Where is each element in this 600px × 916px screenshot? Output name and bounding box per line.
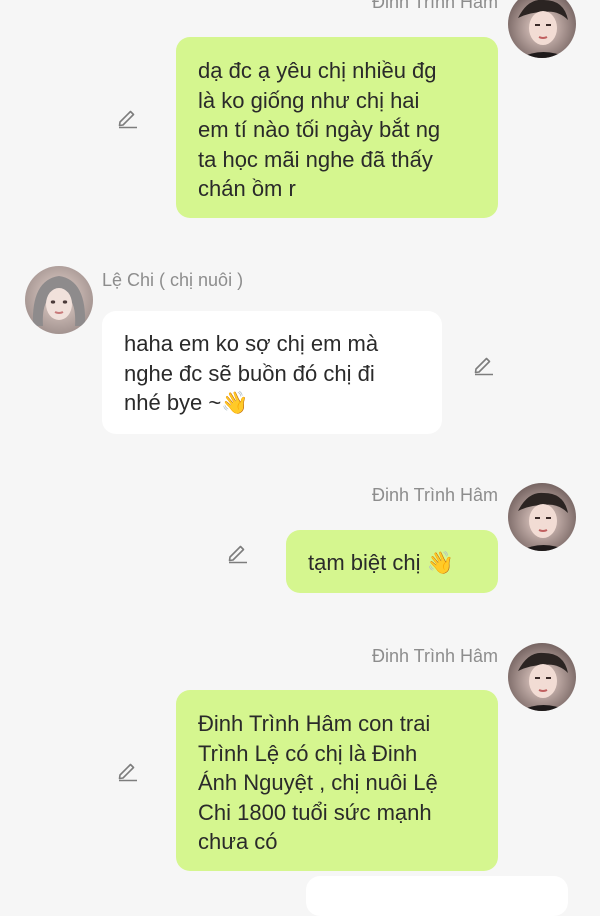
avatar[interactable] — [508, 0, 576, 58]
message-line: ta học mãi nghe đã thấy — [198, 146, 433, 172]
avatar[interactable] — [508, 483, 576, 551]
message-line: em tí nào tối ngày bắt ng — [198, 117, 441, 142]
message-line: Chi 1800 tuổi sức mạnh — [198, 799, 432, 825]
sender-name: Lệ Chi ( chị nuôi ) — [102, 270, 244, 290]
male-avatar-image — [508, 483, 576, 551]
edit-icon[interactable] — [116, 105, 140, 129]
message-line: dạ đc ạ yêu chị nhiều đg — [198, 58, 437, 83]
message-line: nghe đc sẽ buồn đó chị đi — [124, 360, 375, 386]
sender-name: Đinh Trình Hâm — [371, 646, 498, 666]
male-avatar-image — [508, 643, 576, 711]
female-avatar-image — [25, 266, 93, 334]
edit-icon[interactable] — [116, 758, 140, 782]
message-bubble-outgoing[interactable]: Đinh Trình Hâm con trai Trình Lệ có chị … — [176, 690, 498, 871]
message-line: tạm biệt chị 👋 — [308, 550, 454, 575]
sender-name: Đinh Trình Hâm — [371, 485, 498, 505]
message-line: chán ồm r — [198, 176, 296, 201]
message-line: là ko giống như chị hai — [198, 87, 420, 113]
message-bubble-partial[interactable] — [306, 876, 568, 916]
edit-icon[interactable] — [472, 352, 496, 376]
sender-name: Đinh Trình Hâm — [371, 0, 498, 12]
message-bubble-outgoing[interactable]: tạm biệt chị 👋 — [286, 530, 498, 593]
avatar[interactable] — [508, 643, 576, 711]
message-line: nhé bye ~👋 — [124, 390, 249, 415]
edit-icon[interactable] — [226, 540, 250, 564]
message-line: Đinh Trình Hâm con trai — [198, 711, 431, 736]
avatar[interactable] — [25, 266, 93, 334]
male-avatar-image — [508, 0, 576, 58]
message-line: Trình Lệ có chị là Đinh — [198, 740, 418, 766]
message-line: Ánh Nguyệt , chị nuôi Lệ — [198, 770, 438, 795]
message-line: haha em ko sợ chị em mà — [124, 331, 379, 356]
message-bubble-outgoing[interactable]: dạ đc ạ yêu chị nhiều đg là ko giống như… — [176, 37, 498, 218]
message-bubble-incoming[interactable]: haha em ko sợ chị em mà nghe đc sẽ buồn … — [102, 311, 442, 434]
message-line: chưa có — [198, 829, 278, 854]
